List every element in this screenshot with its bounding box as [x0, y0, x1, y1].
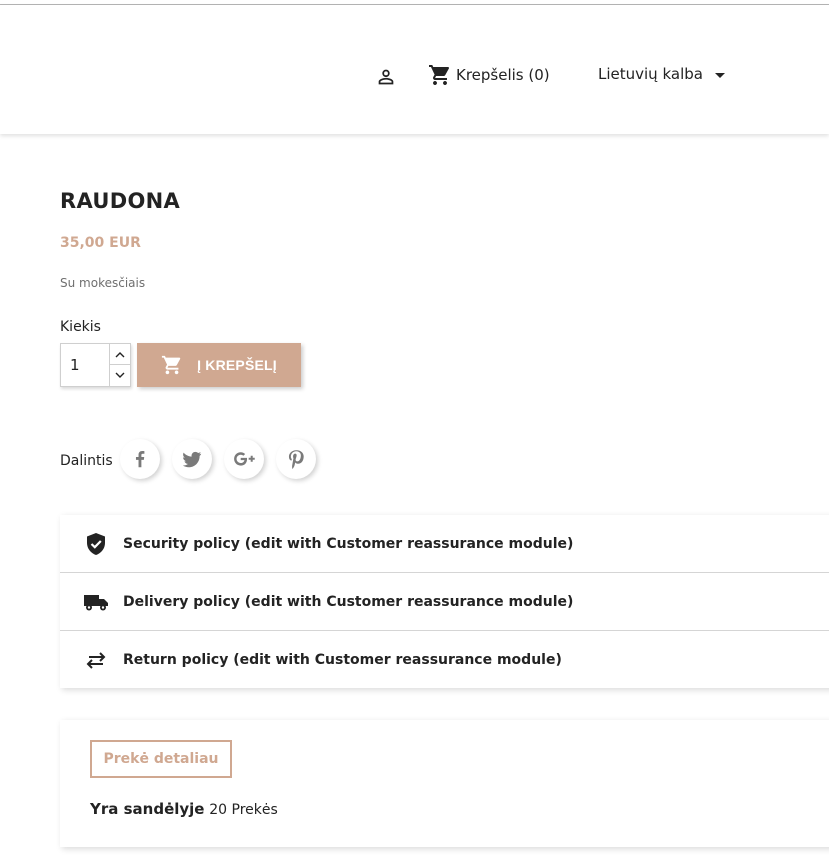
tab-product-details[interactable]: Prekė detaliau	[90, 740, 232, 778]
tab-product-details-label: Prekė detaliau	[103, 751, 219, 767]
user-account-icon[interactable]	[375, 66, 397, 88]
product-details-panel: Prekė detaliau Yra sandėlyje 20 Prekės	[60, 720, 829, 847]
quantity-stepper	[60, 343, 131, 387]
product-price: 35,00 EUR	[60, 235, 141, 251]
share-pinterest-button[interactable]	[276, 439, 316, 479]
share-twitter-button[interactable]	[172, 439, 212, 479]
site-header: Krepšelis (0) Lietuvių kalba	[0, 5, 829, 134]
reassurance-item-delivery: Delivery policy (edit with Customer reas…	[60, 572, 829, 630]
stock-info: Yra sandėlyje 20 Prekės	[90, 800, 278, 818]
reassurance-text: Delivery policy (edit with Customer reas…	[123, 593, 574, 610]
shopping-cart-icon	[429, 65, 450, 85]
truck-icon	[83, 589, 109, 615]
stock-label: Yra sandėlyje	[90, 800, 205, 818]
cart-link[interactable]: Krepšelis (0)	[428, 63, 550, 87]
quantity-input[interactable]	[61, 344, 109, 386]
quantity-increase-button[interactable]	[109, 344, 130, 365]
share-facebook-button[interactable]	[120, 439, 160, 479]
share-google-plus-button[interactable]	[224, 439, 264, 479]
pinterest-icon	[288, 450, 304, 469]
reassurance-item-security: Security policy (edit with Customer reas…	[60, 515, 829, 573]
add-to-cart-button[interactable]: Į KREPŠELĮ	[137, 343, 301, 387]
twitter-icon	[182, 451, 202, 468]
reassurance-item-return: Return policy (edit with Customer reassu…	[60, 630, 829, 688]
swap-arrows-icon	[83, 647, 109, 673]
quantity-decrease-button[interactable]	[109, 365, 130, 386]
chevron-up-icon	[115, 351, 125, 357]
google-plus-icon	[234, 452, 255, 466]
share-label: Dalintis	[60, 453, 113, 469]
reassurance-text: Security policy (edit with Customer reas…	[123, 536, 574, 552]
chevron-down-icon	[115, 372, 125, 378]
shield-icon	[83, 531, 109, 557]
stock-value: 20 Prekės	[209, 802, 278, 818]
product-title: RAUDONA	[60, 189, 181, 213]
reassurance-text: Return policy (edit with Customer reassu…	[123, 651, 562, 668]
shopping-cart-icon	[162, 355, 181, 375]
reassurance-block: Security policy (edit with Customer reas…	[60, 515, 829, 688]
language-selector[interactable]: Lietuvių kalba	[598, 65, 725, 83]
cart-label: Krepšelis (0)	[456, 66, 550, 84]
facebook-icon	[135, 451, 145, 468]
add-to-cart-label: Į KREPŠELĮ	[197, 357, 277, 373]
tax-note: Su mokesčiais	[60, 276, 146, 290]
language-label: Lietuvių kalba	[598, 65, 703, 83]
quantity-label: Kiekis	[60, 319, 101, 335]
caret-down-icon	[714, 72, 725, 78]
